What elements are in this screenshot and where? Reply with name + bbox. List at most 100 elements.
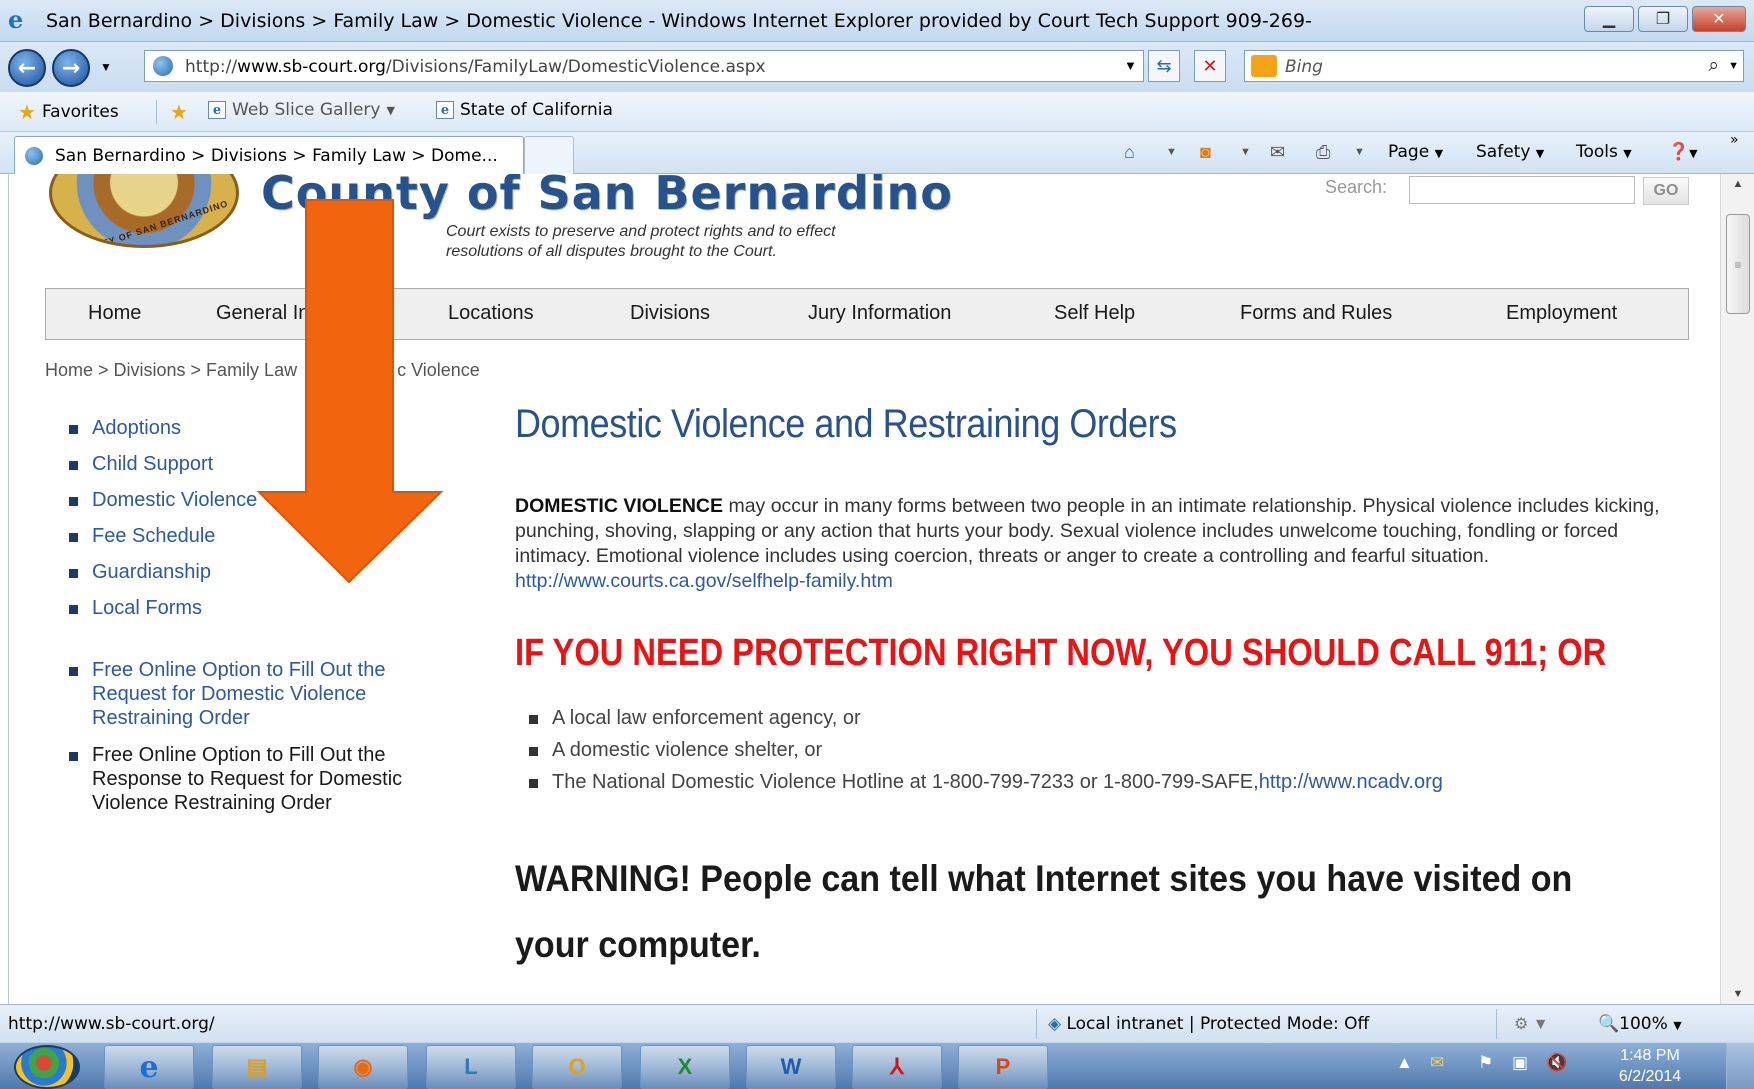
search-icon[interactable]: ⌕ <box>1708 55 1719 77</box>
new-tab-button[interactable] <box>524 136 574 174</box>
feeds-dropdown-icon[interactable]: ▼ <box>1240 146 1251 158</box>
call-911-alert: IF YOU NEED PROTECTION RIGHT NOW, YOU SH… <box>515 632 1607 674</box>
popup-blocker-icon[interactable]: ⚙ ▼ <box>1514 1014 1549 1034</box>
scroll-up-icon[interactable]: ▲ <box>1721 174 1754 194</box>
print-dropdown-icon[interactable]: ▼ <box>1354 146 1365 158</box>
windows-taskbar: e ▤ ◉ L O X W ⅄ P ▲ ✉ ⚑ ▣ 🔇 1:48 PM 6/2/… <box>0 1042 1754 1089</box>
start-button[interactable] <box>14 1045 80 1089</box>
nav-forms-and-rules[interactable]: Forms and Rules <box>1240 302 1392 325</box>
show-hidden-icons[interactable]: ▲ <box>1396 1053 1413 1073</box>
taskbar-adobe-reader[interactable]: ⅄ <box>852 1045 942 1089</box>
taskbar-word[interactable]: W <box>746 1045 836 1089</box>
nav-jury-information[interactable]: Jury Information <box>808 302 951 325</box>
scroll-thumb[interactable]: ≡ <box>1726 214 1750 314</box>
zoom-icon: 🔍 <box>1598 1014 1620 1034</box>
site-search-go-button[interactable]: GO <box>1643 177 1689 205</box>
address-dropdown-icon[interactable]: ▼ <box>1124 58 1137 73</box>
help-menu[interactable]: ❓▼ <box>1668 142 1698 162</box>
site-search-input[interactable] <box>1409 176 1635 204</box>
system-clock[interactable]: 1:48 PM 6/2/2014 <box>1600 1045 1700 1087</box>
back-button[interactable]: ← <box>8 49 46 87</box>
tab-bar: San Bernardino > Divisions > Family Law … <box>0 132 1754 174</box>
nav-self-help[interactable]: Self Help <box>1054 302 1135 325</box>
bullet-icon <box>529 715 538 724</box>
taskbar-internet-explorer[interactable]: e <box>104 1045 194 1089</box>
compatibility-view-button[interactable]: ⇆ <box>1148 50 1180 82</box>
orange-down-arrow-annotation <box>256 199 444 584</box>
page-menu[interactable]: Page ▼ <box>1388 142 1443 162</box>
help-icon: ❓ <box>1668 142 1690 162</box>
window-title: San Bernardino > Divisions > Family Law … <box>46 10 1312 32</box>
home-dropdown-icon[interactable]: ▼ <box>1166 146 1177 158</box>
network-tray-icon[interactable]: ▣ <box>1512 1053 1528 1073</box>
mail-tray-icon[interactable]: ✉ <box>1430 1053 1444 1073</box>
rss-feeds-icon[interactable]: ◙ <box>1200 142 1211 163</box>
taskbar-outlook[interactable]: O <box>532 1045 622 1089</box>
restore-button[interactable]: ❐ <box>1638 6 1688 32</box>
tab-label: San Bernardino > Divisions > Family Law … <box>55 146 498 166</box>
domestic-violence-description: DOMESTIC VIOLENCE may occur in many form… <box>515 495 1660 592</box>
page-title: Domestic Violence and Restraining Orders <box>515 402 1177 446</box>
nav-divisions[interactable]: Divisions <box>630 302 710 325</box>
favorites-item-state-of-california[interactable]: e State of California <box>436 100 613 120</box>
scroll-down-icon[interactable]: ▼ <box>1721 984 1754 1004</box>
dropdown-icon: ▼ <box>1434 147 1444 160</box>
tools-menu[interactable]: Tools ▼ <box>1576 142 1632 162</box>
favorites-star-icon: ★ <box>18 100 36 124</box>
title-bar: e San Bernardino > Divisions > Family La… <box>0 0 1754 42</box>
add-to-favorites-button[interactable]: ★ <box>170 100 188 124</box>
bullet-icon <box>529 779 538 788</box>
favorites-button[interactable]: ★ Favorites <box>18 100 119 124</box>
history-dropdown-icon[interactable]: ▼ <box>100 60 112 74</box>
address-url: http://www.sb-court.org/Divisions/Family… <box>185 57 766 77</box>
taskbar-excel[interactable]: X <box>640 1045 730 1089</box>
search-box[interactable]: Bing ⌕ ▼ <box>1244 50 1744 82</box>
ncadv-link[interactable]: http://www.ncadv.org <box>1259 771 1443 793</box>
site-search-label: Search: <box>1325 177 1388 197</box>
address-input[interactable]: http://www.sb-court.org/Divisions/Family… <box>144 50 1144 82</box>
browser-window: e San Bernardino > Divisions > Family La… <box>0 0 1754 1089</box>
search-options-icon[interactable]: ▼ <box>1728 60 1739 72</box>
dropdown-icon: ▼ <box>386 103 395 117</box>
zoom-level[interactable]: 🔍100% ▼ <box>1598 1014 1682 1034</box>
taskbar-file-explorer[interactable]: ▤ <box>212 1045 302 1089</box>
list-item: A local law enforcement agency, or <box>529 707 861 730</box>
sidebar-item-online-request-option[interactable]: Free Online Option to Fill Out the Reque… <box>57 658 457 730</box>
selfhelp-family-link[interactable]: http://www.courts.ca.gov/selfhelp-family… <box>515 570 893 592</box>
taskbar-lync[interactable]: L <box>426 1045 516 1089</box>
vertical-scrollbar[interactable]: ▲ ≡ ▼ <box>1720 174 1754 1004</box>
show-desktop-button[interactable] <box>1726 1043 1754 1089</box>
security-zone[interactable]: ◈ Local intranet | Protected Mode: Off <box>1048 1014 1369 1034</box>
toolbar-overflow-icon[interactable]: » <box>1730 132 1739 148</box>
safety-menu[interactable]: Safety ▼ <box>1476 142 1544 162</box>
taskbar-powerpoint[interactable]: P <box>958 1045 1048 1089</box>
home-icon[interactable]: ⌂ <box>1124 142 1135 163</box>
window-controls: ▁ ❐ ✕ <box>1584 6 1746 32</box>
bullet-icon <box>69 752 78 761</box>
active-tab[interactable]: San Bernardino > Divisions > Family Law … <box>14 136 524 174</box>
status-bar: http://www.sb-court.org/ ◈ Local intrane… <box>0 1004 1754 1042</box>
volume-muted-icon[interactable]: 🔇 <box>1546 1053 1567 1073</box>
mission-statement: Court exists to preserve and protect rig… <box>446 223 836 260</box>
ie-page-icon: e <box>208 101 226 119</box>
forward-button[interactable]: → <box>52 49 90 87</box>
favorites-label: Favorites <box>41 102 119 122</box>
favorites-item-web-slice-gallery[interactable]: e Web Slice Gallery ▼ <box>208 100 395 120</box>
action-center-flag-icon[interactable]: ⚑ <box>1478 1053 1493 1073</box>
tab-globe-icon <box>25 147 43 165</box>
sidebar-item-online-response-option[interactable]: Free Online Option to Fill Out the Respo… <box>57 743 467 815</box>
bullet-icon <box>69 667 78 676</box>
print-icon[interactable]: ⎙ <box>1316 142 1330 163</box>
stop-button[interactable]: ✕ <box>1194 50 1226 82</box>
minimize-button[interactable]: ▁ <box>1584 6 1634 32</box>
status-divider <box>1036 1009 1037 1039</box>
close-button[interactable]: ✕ <box>1692 6 1746 32</box>
taskbar-media-player[interactable]: ◉ <box>318 1045 408 1089</box>
read-mail-icon[interactable]: ✉ <box>1270 142 1285 163</box>
nav-employment[interactable]: Employment <box>1506 302 1617 325</box>
ie-page-icon: e <box>436 101 454 119</box>
arrow-shape <box>256 199 444 584</box>
list-item: A domestic violence shelter, or <box>529 739 822 762</box>
search-provider: Bing <box>1285 57 1323 77</box>
forward-arrow-icon: → <box>61 55 81 81</box>
